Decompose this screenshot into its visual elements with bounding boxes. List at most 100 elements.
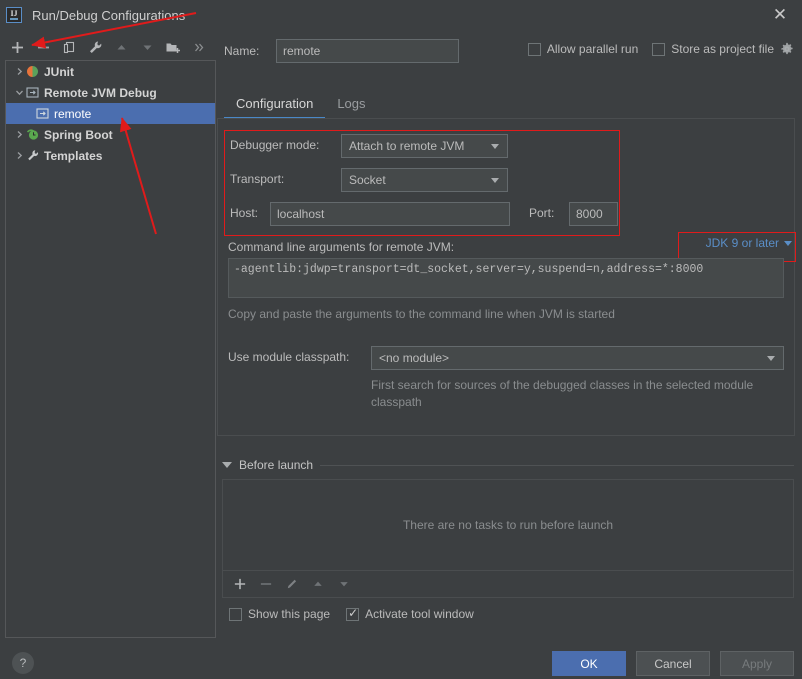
- chevron-down-icon: [784, 240, 792, 246]
- port-label: Port:: [529, 206, 555, 220]
- chevron-right-icon[interactable]: [12, 130, 26, 139]
- config-tabs: Configuration Logs: [224, 90, 794, 119]
- separator-line: [320, 464, 794, 466]
- before-launch-empty-text: There are no tasks to run before launch: [402, 518, 614, 532]
- before-launch-task-list[interactable]: There are no tasks to run before launch: [222, 479, 794, 571]
- transport-combo[interactable]: Socket: [341, 168, 508, 192]
- transport-value: Socket: [349, 173, 386, 187]
- module-classpath-hint: First search for sources of the debugged…: [371, 378, 754, 409]
- chevron-down-icon: [763, 355, 779, 361]
- new-folder-button[interactable]: [160, 35, 186, 59]
- tree-item-remote[interactable]: remote: [6, 103, 215, 124]
- tree-item-templates[interactable]: Templates: [6, 145, 215, 166]
- tree-item-junit[interactable]: JUnit: [6, 61, 215, 82]
- activate-tool-window-label: Activate tool window: [365, 607, 474, 621]
- junit-icon: [26, 65, 44, 78]
- collapse-triangle-icon[interactable]: [222, 462, 232, 468]
- bottom-options: Show this page Activate tool window: [229, 606, 474, 621]
- debugger-mode-value: Attach to remote JVM: [349, 139, 465, 153]
- remote-jvm-icon: [36, 107, 54, 120]
- move-task-down-button[interactable]: [331, 572, 357, 596]
- show-this-page-checkbox[interactable]: Show this page: [229, 607, 330, 621]
- debugger-mode-row: Debugger mode:: [230, 138, 319, 152]
- spring-boot-icon: [26, 128, 44, 141]
- store-as-project-file-label: Store as project file: [671, 42, 774, 56]
- pencil-icon[interactable]: [279, 572, 305, 596]
- chevron-down-icon[interactable]: [12, 88, 26, 97]
- tree-item-label: remote: [54, 106, 92, 121]
- allow-parallel-run-checkbox[interactable]: Allow parallel run: [527, 42, 639, 56]
- name-input[interactable]: [276, 39, 459, 63]
- jdk-version-label: JDK 9 or later: [705, 236, 779, 250]
- close-icon[interactable]: ✕: [758, 0, 802, 30]
- checkbox-box: [229, 607, 242, 621]
- run-options: Allow parallel run Store as project file: [527, 42, 794, 56]
- activate-tool-window-checkbox[interactable]: Activate tool window: [346, 606, 474, 621]
- intellij-logo-icon: IJ: [6, 7, 22, 23]
- jdk-version-selector[interactable]: JDK 9 or later: [706, 236, 792, 250]
- tree-item-spring-boot[interactable]: Spring Boot: [6, 124, 215, 145]
- cancel-button[interactable]: Cancel: [636, 651, 710, 676]
- configurations-toolbar: [4, 34, 218, 60]
- module-classpath-label: Use module classpath:: [228, 350, 350, 364]
- debugger-mode-label: Debugger mode:: [230, 138, 320, 152]
- configurations-tree[interactable]: JUnit Remote JVM Debug remote Spring Boo…: [5, 60, 216, 638]
- title-bar: IJ Run/Debug Configurations ✕: [0, 0, 802, 30]
- checkbox-box: [346, 606, 360, 621]
- host-row: Host:: [230, 206, 258, 220]
- command-line-hint: Copy and paste the arguments to the comm…: [228, 307, 615, 321]
- tree-item-label: Spring Boot: [44, 127, 113, 142]
- tree-item-label: Remote JVM Debug: [44, 85, 157, 100]
- chevron-down-icon: [487, 143, 503, 149]
- remove-configuration-button[interactable]: [30, 35, 56, 59]
- ok-button[interactable]: OK: [552, 651, 626, 676]
- debugger-mode-combo[interactable]: Attach to remote JVM: [341, 134, 508, 158]
- module-classpath-combo[interactable]: <no module>: [371, 346, 784, 370]
- tree-item-label: Templates: [44, 148, 103, 163]
- tree-item-remote-jvm-debug[interactable]: Remote JVM Debug: [6, 82, 215, 103]
- move-task-up-button[interactable]: [305, 572, 331, 596]
- chevron-right-icon[interactable]: [12, 67, 26, 76]
- store-as-project-file-checkbox[interactable]: Store as project file: [652, 42, 794, 56]
- module-classpath-value: <no module>: [379, 351, 450, 365]
- transport-label: Transport:: [230, 172, 285, 186]
- command-line-label: Command line arguments for remote JVM:: [228, 240, 455, 254]
- name-row: Name:: [224, 39, 459, 63]
- dialog-buttons: OK Cancel Apply: [552, 651, 794, 676]
- add-task-button[interactable]: [227, 572, 253, 596]
- logo-bar: [10, 18, 18, 20]
- page-title: Run/Debug Configurations: [32, 7, 186, 23]
- before-launch-title: Before launch: [239, 458, 314, 472]
- help-button[interactable]: ?: [12, 652, 34, 674]
- port-input[interactable]: [569, 202, 618, 226]
- tree-item-label: JUnit: [44, 64, 74, 79]
- show-this-page-label: Show this page: [248, 607, 331, 621]
- host-input[interactable]: [270, 202, 510, 226]
- name-label: Name:: [224, 44, 260, 58]
- checkbox-box: [652, 42, 666, 56]
- chevron-right-icon[interactable]: [12, 151, 26, 160]
- gear-icon[interactable]: [780, 42, 794, 56]
- more-options-button[interactable]: [186, 35, 212, 59]
- tab-configuration[interactable]: Configuration: [224, 96, 326, 119]
- apply-button[interactable]: Apply: [720, 651, 794, 676]
- allow-parallel-run-label: Allow parallel run: [546, 42, 639, 56]
- before-launch-toolbar: [222, 571, 794, 598]
- before-launch-header[interactable]: Before launch: [222, 457, 794, 473]
- transport-row: Transport:: [230, 172, 284, 186]
- run-debug-configurations-dialog: IJ Run/Debug Configurations ✕ JUnit Remo…: [0, 0, 802, 679]
- port-row: Port:: [529, 206, 554, 220]
- tab-logs[interactable]: Logs: [325, 96, 377, 118]
- wrench-icon: [26, 149, 44, 162]
- move-up-button[interactable]: [108, 35, 134, 59]
- checkbox-box: [527, 42, 541, 56]
- remote-jvm-icon: [26, 86, 44, 99]
- command-line-textarea[interactable]: -agentlib:jdwp=transport=dt_socket,serve…: [228, 258, 784, 298]
- host-label: Host:: [230, 206, 259, 220]
- copy-configuration-button[interactable]: [56, 35, 82, 59]
- move-down-button[interactable]: [134, 35, 160, 59]
- add-configuration-button[interactable]: [4, 35, 30, 59]
- chevron-down-icon: [487, 177, 503, 183]
- wrench-icon[interactable]: [82, 35, 108, 59]
- remove-task-button[interactable]: [253, 572, 279, 596]
